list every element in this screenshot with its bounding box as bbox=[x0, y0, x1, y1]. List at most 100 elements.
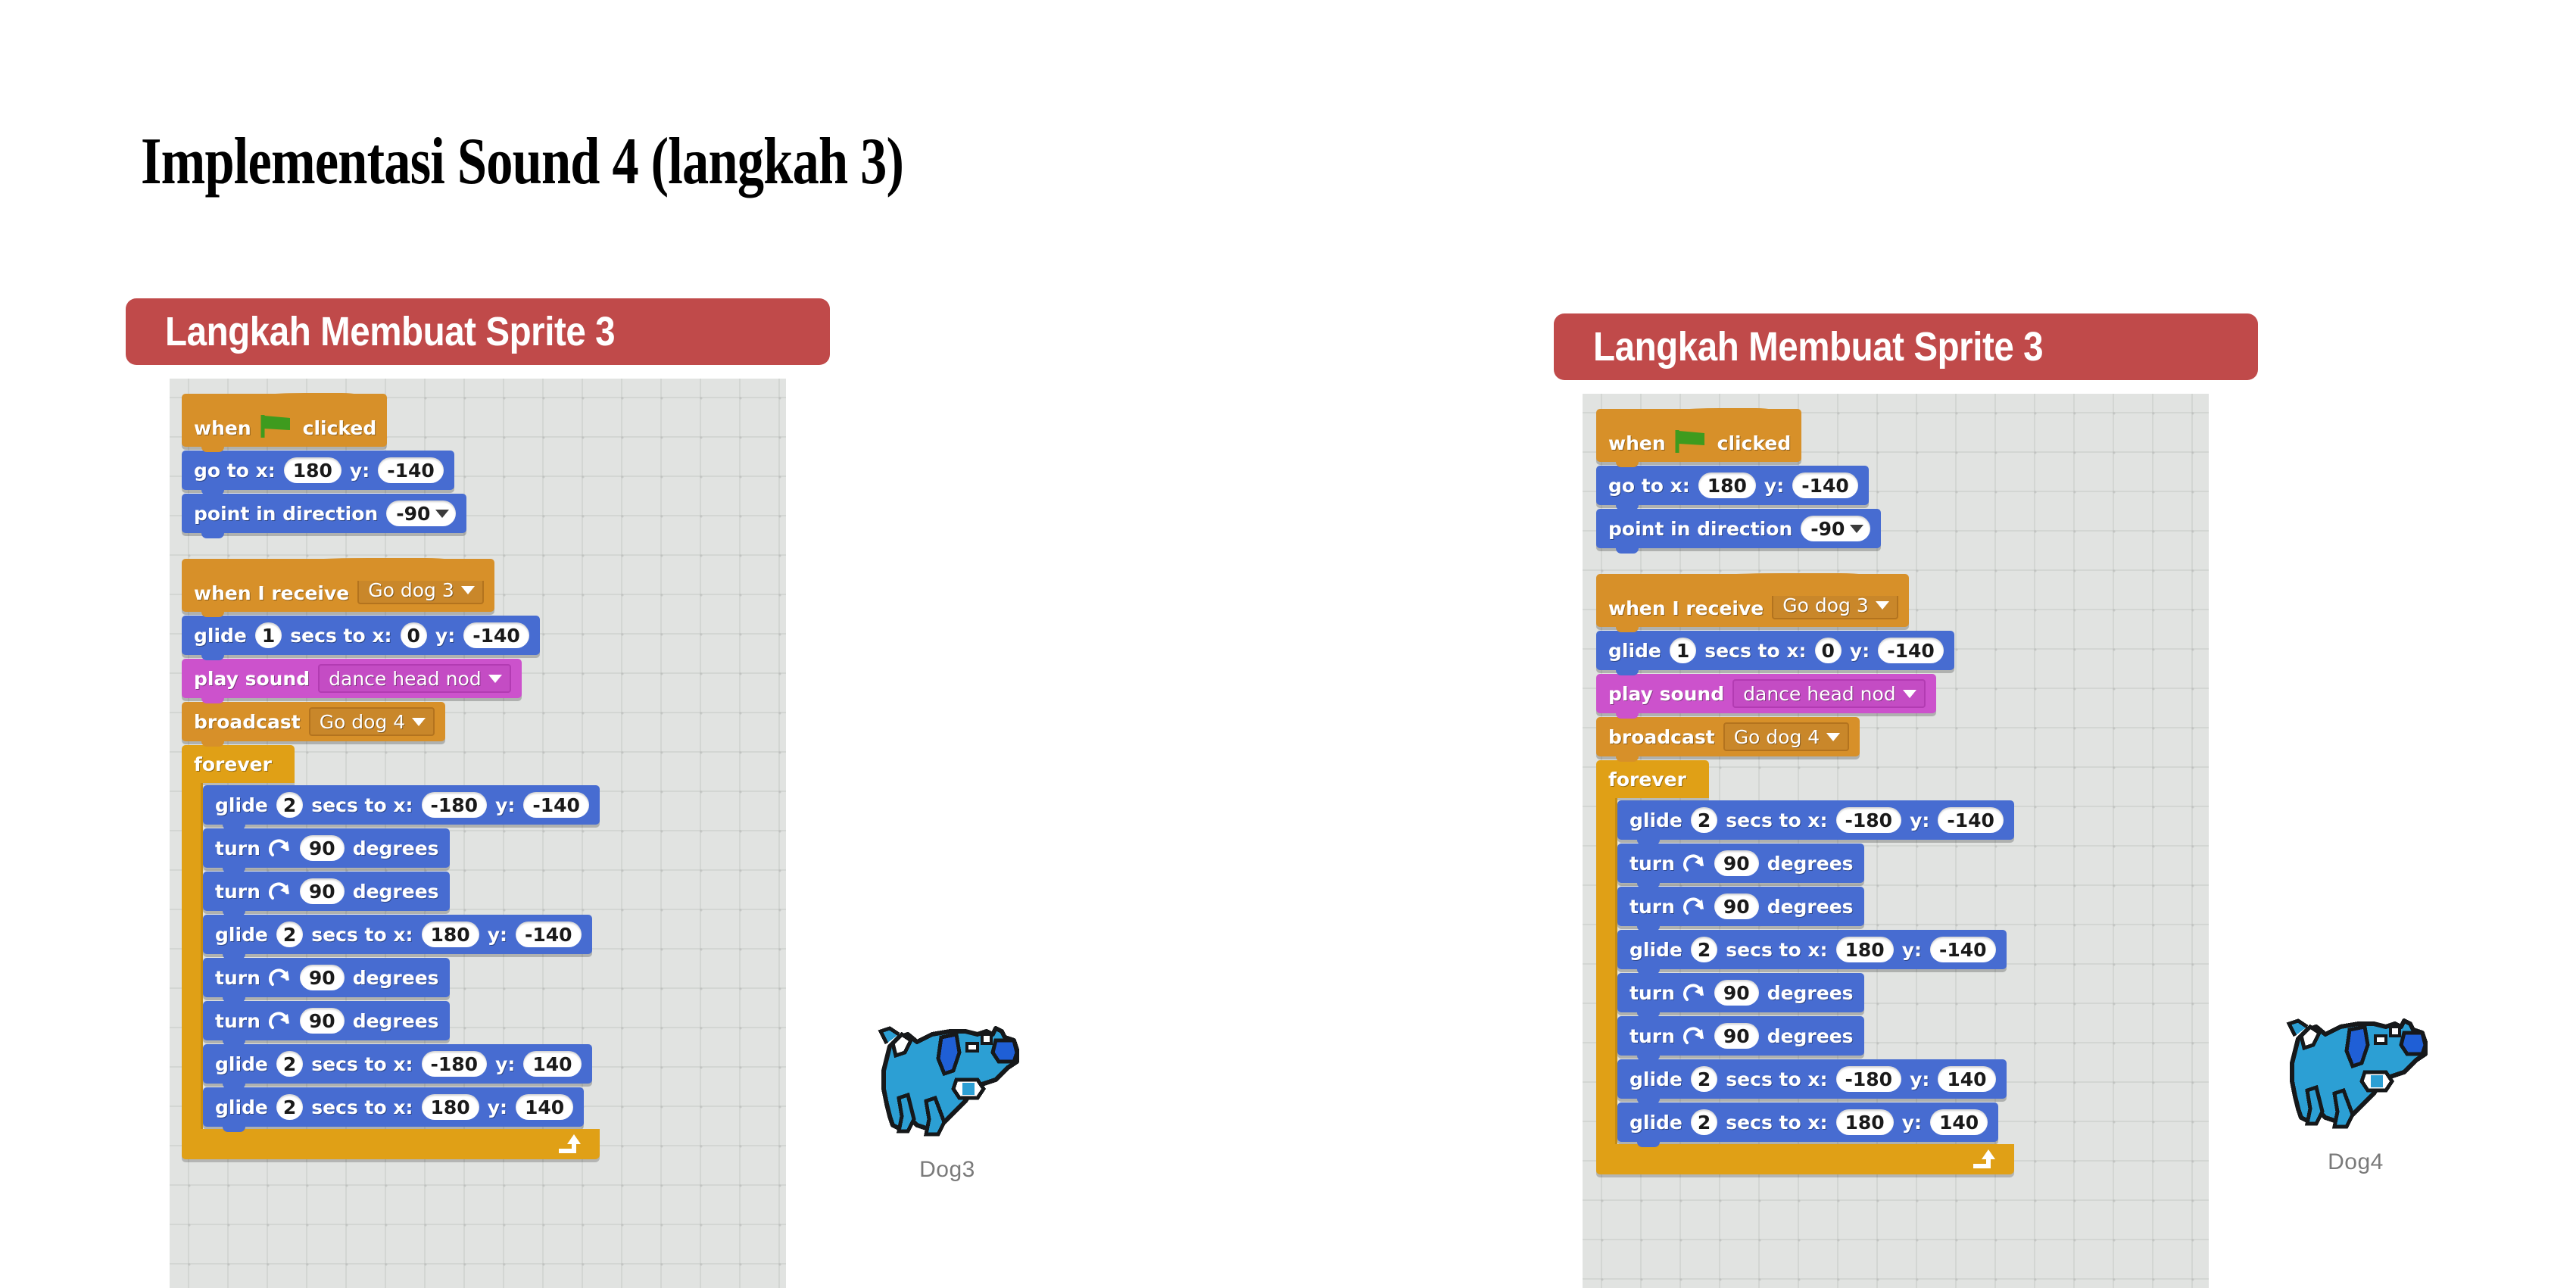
glide-y-input[interactable]: -140 bbox=[523, 792, 589, 818]
turn-degrees-input[interactable]: 90 bbox=[1714, 893, 1759, 919]
glide-secs-input[interactable]: 2 bbox=[276, 1051, 304, 1077]
glide-y-input[interactable]: -140 bbox=[1929, 937, 1996, 962]
scripts-canvas-left[interactable]: when clicked go to x: 180 y: -140 point … bbox=[170, 379, 786, 1288]
glide-secs-input[interactable]: 2 bbox=[1690, 807, 1718, 833]
turn-degrees-input[interactable]: 90 bbox=[299, 835, 345, 861]
block-glide[interactable]: glide 2 secs to x: -180 y: 140 bbox=[1617, 1059, 2007, 1104]
point-direction-dropdown[interactable]: -90 bbox=[386, 501, 457, 526]
glide-y-input[interactable]: 140 bbox=[523, 1051, 582, 1077]
block-go-to-xy[interactable]: go to x: 180 y: -140 bbox=[182, 451, 454, 495]
turn-degrees-input[interactable]: 90 bbox=[299, 1008, 345, 1034]
scripts-canvas-right[interactable]: when clicked go to x: 180 y: -140 point … bbox=[1583, 394, 2209, 1288]
turn-degrees-input[interactable]: 90 bbox=[1714, 980, 1759, 1006]
block-when-green-flag-clicked[interactable]: when clicked bbox=[182, 393, 388, 452]
degrees-label: degrees bbox=[352, 1009, 439, 1032]
glide-x-input[interactable]: 180 bbox=[1835, 937, 1894, 962]
play-sound-label: play sound bbox=[194, 667, 310, 690]
glide-y-input[interactable]: 140 bbox=[515, 1094, 574, 1120]
panel-left-header-label: Langkah Membuat Sprite 3 bbox=[165, 309, 616, 354]
glide-y-input[interactable]: -140 bbox=[515, 922, 582, 947]
glide-x-input[interactable]: 180 bbox=[1835, 1109, 1894, 1135]
block-broadcast[interactable]: broadcast Go dog 4 bbox=[1596, 717, 1860, 762]
block-turn-right[interactable]: turn 90 degrees bbox=[1617, 844, 1864, 888]
broadcast-message-dropdown[interactable]: Go dog 4 bbox=[308, 707, 435, 736]
go-to-x-input[interactable]: 180 bbox=[283, 457, 341, 483]
forever-header[interactable]: forever bbox=[1596, 760, 1709, 798]
block-forever[interactable]: forever glide 2 secs to x: -180 y: -140 bbox=[1596, 760, 2014, 1174]
glide-y-input[interactable]: -140 bbox=[463, 622, 529, 648]
go-to-y-input[interactable]: -140 bbox=[378, 457, 444, 483]
glide-x-input[interactable]: -180 bbox=[421, 792, 488, 818]
forever-inner-blocks: glide 2 secs to x: -180 y: -140 turn 90 … bbox=[203, 783, 600, 1132]
forever-header[interactable]: forever bbox=[182, 745, 295, 783]
glide-secs-input[interactable]: 2 bbox=[1690, 937, 1718, 962]
turn-degrees-input[interactable]: 90 bbox=[299, 965, 345, 990]
receive-message-dropdown[interactable]: Go dog 3 bbox=[357, 575, 484, 604]
block-play-sound[interactable]: play sound dance head nod bbox=[182, 659, 522, 703]
glide-secs-input[interactable]: 1 bbox=[254, 622, 282, 648]
glide-y-input[interactable]: 140 bbox=[1929, 1109, 1988, 1135]
block-glide[interactable]: glide 2 secs to x: 180 y: 140 bbox=[1617, 1102, 1999, 1147]
glide-x-input[interactable]: 180 bbox=[421, 922, 479, 947]
receive-message-dropdown[interactable]: Go dog 3 bbox=[1772, 591, 1898, 619]
point-direction-dropdown[interactable]: -90 bbox=[1801, 516, 1871, 541]
glide-x-input[interactable]: -180 bbox=[421, 1051, 488, 1077]
page-title: Implementasi Sound 4 (langkah 3) bbox=[141, 125, 904, 198]
block-glide-intro[interactable]: glide 1 secs to x: 0 y: -140 bbox=[1596, 631, 1954, 675]
glide-x-input[interactable]: -180 bbox=[1835, 1066, 1902, 1092]
block-forever[interactable]: forever glide 2 secs to x: -180 y: -140 bbox=[182, 745, 600, 1159]
glide-secs-input[interactable]: 2 bbox=[1690, 1066, 1718, 1092]
turn-degrees-input[interactable]: 90 bbox=[1714, 1023, 1759, 1049]
block-broadcast[interactable]: broadcast Go dog 4 bbox=[182, 702, 446, 747]
go-to-y-input[interactable]: -140 bbox=[1792, 472, 1858, 498]
block-glide[interactable]: glide 2 secs to x: 180 y: -140 bbox=[1617, 930, 2007, 975]
script-spacer bbox=[1596, 548, 2014, 574]
sprite-thumbnail-right[interactable]: Dog4 bbox=[2231, 1006, 2481, 1175]
sprite-thumbnail-left[interactable]: Dog3 bbox=[822, 1013, 1072, 1183]
glide-x-input[interactable]: -180 bbox=[1835, 807, 1902, 833]
go-to-x-input[interactable]: 180 bbox=[1698, 472, 1756, 498]
block-glide[interactable]: glide 2 secs to x: 180 y: -140 bbox=[203, 915, 592, 959]
script-stack-right[interactable]: when clicked go to x: 180 y: -140 point … bbox=[1596, 408, 2014, 1174]
glide-secs-input[interactable]: 2 bbox=[276, 922, 304, 947]
block-point-in-direction[interactable]: point in direction -90 bbox=[1596, 509, 1882, 554]
glide-secs-input[interactable]: 2 bbox=[1690, 1109, 1718, 1135]
script-stack-left[interactable]: when clicked go to x: 180 y: -140 point … bbox=[182, 393, 600, 1159]
block-point-in-direction[interactable]: point in direction -90 bbox=[182, 494, 467, 538]
turn-degrees-input[interactable]: 90 bbox=[1714, 850, 1759, 876]
block-turn-right[interactable]: turn 90 degrees bbox=[1617, 1016, 1864, 1061]
play-sound-dropdown[interactable]: dance head nod bbox=[1732, 679, 1926, 708]
block-glide[interactable]: glide 2 secs to x: 180 y: 140 bbox=[203, 1087, 585, 1132]
block-glide[interactable]: glide 2 secs to x: -180 y: 140 bbox=[203, 1044, 592, 1089]
block-turn-right[interactable]: turn 90 degrees bbox=[203, 828, 450, 873]
block-when-i-receive[interactable]: when I receive Go dog 3 bbox=[1596, 573, 1909, 632]
glide-secs-input[interactable]: 1 bbox=[1669, 638, 1697, 663]
block-when-i-receive[interactable]: when I receive Go dog 3 bbox=[182, 558, 494, 617]
glide-y-input[interactable]: 140 bbox=[1938, 1066, 1996, 1092]
glide-x-input[interactable]: 0 bbox=[400, 622, 427, 648]
glide-secs-input[interactable]: 2 bbox=[276, 792, 304, 818]
glide-y-input[interactable]: -140 bbox=[1938, 807, 2004, 833]
block-turn-right[interactable]: turn 90 degrees bbox=[203, 872, 450, 916]
block-go-to-xy[interactable]: go to x: 180 y: -140 bbox=[1596, 466, 1869, 510]
turn-label: turn bbox=[215, 880, 260, 903]
block-glide-intro[interactable]: glide 1 secs to x: 0 y: -140 bbox=[182, 616, 540, 660]
glide-secs-input[interactable]: 2 bbox=[276, 1094, 304, 1120]
glide-label: glide bbox=[215, 794, 268, 816]
turn-label: turn bbox=[215, 1009, 260, 1032]
block-glide[interactable]: glide 2 secs to x: -180 y: -140 bbox=[203, 785, 600, 830]
block-turn-right[interactable]: turn 90 degrees bbox=[203, 958, 450, 1003]
block-turn-right[interactable]: turn 90 degrees bbox=[1617, 887, 1864, 931]
glide-x-input[interactable]: 0 bbox=[1814, 638, 1842, 663]
block-when-green-flag-clicked[interactable]: when clicked bbox=[1596, 408, 1802, 467]
glide-y-input[interactable]: -140 bbox=[1878, 638, 1944, 663]
glide-x-input[interactable]: 180 bbox=[421, 1094, 479, 1120]
block-play-sound[interactable]: play sound dance head nod bbox=[1596, 674, 1936, 719]
broadcast-message-dropdown[interactable]: Go dog 4 bbox=[1723, 722, 1850, 751]
play-sound-dropdown[interactable]: dance head nod bbox=[318, 664, 511, 693]
block-turn-right[interactable]: turn 90 degrees bbox=[203, 1001, 450, 1046]
block-glide[interactable]: glide 2 secs to x: -180 y: -140 bbox=[1617, 800, 2014, 845]
turn-degrees-input[interactable]: 90 bbox=[299, 878, 345, 904]
degrees-label: degrees bbox=[352, 966, 439, 989]
block-turn-right[interactable]: turn 90 degrees bbox=[1617, 973, 1864, 1018]
